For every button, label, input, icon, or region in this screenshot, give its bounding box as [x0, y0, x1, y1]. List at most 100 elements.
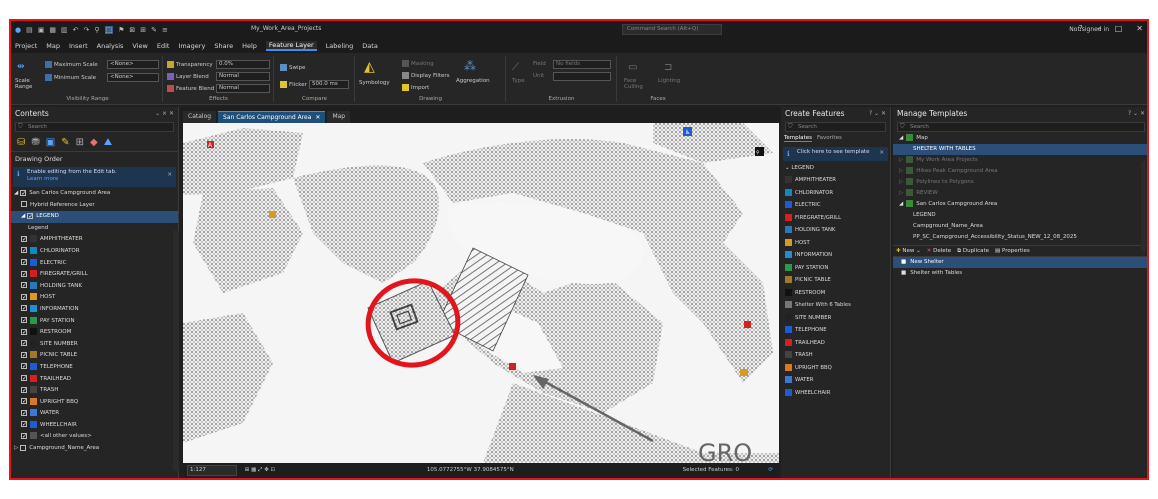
list-by-selection-icon[interactable]: ▣	[46, 137, 55, 148]
undo-icon[interactable]: ↶	[73, 26, 79, 34]
refresh-icon[interactable]: ⟳	[768, 463, 773, 478]
map-view[interactable]: A ♿ ⚲ GRO	[183, 123, 779, 463]
template-info-text[interactable]: Click here to see template	[797, 149, 886, 156]
template-firegrate-grill[interactable]: FIREGRATE/GRILL	[781, 212, 890, 225]
view-tab-catalog[interactable]: Catalog	[183, 111, 217, 123]
face-culling-button[interactable]: Face Culling	[624, 78, 654, 90]
menu-help[interactable]: Help	[242, 42, 257, 50]
selected-features-count[interactable]: Selected Features: 0	[683, 463, 739, 478]
template-wheelchair[interactable]: WHEELCHAIR	[781, 387, 890, 400]
new-project-icon[interactable]: ▤	[26, 26, 33, 34]
legend-item-electric[interactable]: ELECTRIC	[11, 257, 178, 270]
legend-item-pay-station[interactable]: PAY STATION	[11, 315, 178, 328]
template-trash[interactable]: TRASH	[781, 349, 890, 362]
transparency-input[interactable]: 0.0%	[216, 60, 270, 69]
template-upright-bbq[interactable]: UPRIGHT BBQ	[781, 362, 890, 375]
expand-icon[interactable]: ◢	[899, 135, 903, 141]
menu-edit[interactable]: Edit	[157, 42, 170, 50]
list-by-source-icon[interactable]: ⛃	[31, 137, 39, 148]
layer-item[interactable]: ◢ San Carlos Campground Area	[11, 188, 178, 200]
view-tab-map[interactable]: Map	[327, 111, 351, 123]
extrusion-type-button[interactable]: Type	[512, 78, 525, 84]
manage-templates-search-input[interactable]: Search	[897, 122, 1145, 132]
legend-item-site-number[interactable]: SITE NUMBER	[11, 338, 178, 351]
layer-item[interactable]: ▷ Campground_Name_Area	[11, 443, 178, 455]
map-layer-san-carlos-campground-area[interactable]: ◢ San Carlos Campground Area	[893, 199, 1147, 210]
extrusion-field-select[interactable]: No fields	[553, 60, 611, 69]
legend-item-restroom[interactable]: RESTROOM	[11, 327, 178, 339]
visibility-checkbox[interactable]	[21, 257, 27, 269]
list-by-editing-icon[interactable]: ✎	[61, 137, 69, 148]
lighting-button[interactable]: Lighting	[658, 78, 680, 84]
map-layer-legend[interactable]: LEGEND	[893, 210, 1147, 221]
clear-selection-icon[interactable]: ⊠	[129, 26, 135, 34]
open-project-icon[interactable]: ▣	[38, 26, 45, 34]
legend-item-all-other-values[interactable]: <all other values>	[11, 431, 178, 443]
visibility-checkbox[interactable]	[21, 315, 27, 327]
map-layer-hikes-peak-campground-area[interactable]: ▷ Hikes Peak Campground Area	[893, 166, 1147, 177]
display-filters-button[interactable]: Display Filters	[402, 72, 450, 79]
menu-analysis[interactable]: Analysis	[97, 42, 124, 50]
create-features-search-input[interactable]: Search	[785, 122, 886, 132]
list-by-snapping-icon[interactable]: ⊞	[76, 137, 84, 148]
list-by-perspective-icon[interactable]: ⛰	[104, 137, 112, 148]
visibility-checkbox[interactable]	[21, 338, 27, 350]
pane-controls[interactable]: ⌄ ⨯ ✕	[155, 107, 174, 121]
template-item[interactable]: ■ Shelter with Tables	[893, 268, 1147, 279]
visibility-checkbox[interactable]	[21, 419, 27, 431]
maximize-icon[interactable]: □	[1115, 24, 1123, 33]
legend-item-trailhead[interactable]: TRAILHEAD	[11, 373, 178, 386]
map-layer-my-work-area-projects[interactable]: ▷ My Work Area Projects	[893, 155, 1147, 166]
visibility-checkbox[interactable]	[21, 269, 27, 280]
visibility-checkbox[interactable]	[21, 396, 27, 408]
maximum-scale-select[interactable]: <None>	[107, 60, 159, 69]
legend-item-wheelchair[interactable]: WHEELCHAIR	[11, 419, 178, 432]
symbology-button[interactable]: Symbology	[359, 80, 390, 86]
scale-range-button[interactable]: Scale Range	[15, 78, 43, 90]
edit-icon[interactable]: ✎	[151, 26, 157, 34]
extrusion-unit-select[interactable]	[553, 72, 611, 81]
map-layer-shelter-with-tables[interactable]: SHELTER WITH TABLES	[893, 144, 1147, 155]
learn-more-link[interactable]: Learn more	[27, 176, 174, 183]
map-layer-campground-name-area[interactable]: Campground_Name_Area	[893, 221, 1147, 232]
expand-icon[interactable]: ▷	[899, 157, 903, 163]
close-template-info-icon[interactable]: ✕	[879, 150, 884, 157]
menu-feature-layer[interactable]: Feature Layer	[265, 41, 317, 51]
import-button[interactable]: Import	[402, 84, 429, 91]
manage-templates-scrollbar[interactable]	[1141, 161, 1146, 251]
map-layer-map[interactable]: ◢ Map	[893, 133, 1147, 144]
template-picnic-table[interactable]: PICNIC TABLE	[781, 274, 890, 287]
legend-item-upright-bbq[interactable]: UPRIGHT BBQ	[11, 396, 178, 409]
template-chlorinator[interactable]: CHLORINATOR	[781, 187, 890, 200]
visibility-checkbox[interactable]	[21, 350, 27, 361]
template-info-banner[interactable]: Click here to see template ✕	[783, 147, 888, 161]
visibility-checkbox[interactable]	[21, 303, 27, 315]
legend-item-firegrate-grill[interactable]: FIREGRATE/GRILL	[11, 269, 178, 281]
menu-project[interactable]: Project	[15, 42, 37, 50]
pin-icon[interactable]: ⚑	[118, 26, 124, 34]
visibility-checkbox[interactable]	[21, 431, 27, 443]
template-shelter-with-6-tables[interactable]: Shelter With 6 Tables	[781, 299, 890, 312]
legend-item-trash[interactable]: TRASH	[11, 385, 178, 397]
flicker-button[interactable]: Flicker	[280, 81, 307, 88]
visibility-checkbox[interactable]	[21, 245, 27, 257]
visibility-checkbox[interactable]	[20, 444, 27, 451]
template-pay-station[interactable]: PAY STATION	[781, 262, 890, 275]
map-layer-polylines-to-polygons[interactable]: ▷ Polylines to Polygons	[893, 177, 1147, 188]
properties-button[interactable]: ▤ Properties	[995, 248, 1030, 254]
map-layer-review[interactable]: ▷ REVIEW	[893, 188, 1147, 199]
minimum-scale-select[interactable]: <None>	[107, 73, 159, 82]
new-template-button[interactable]: ✚ New ⌄	[896, 248, 921, 254]
list-by-drawing-order-icon[interactable]: ⛁	[17, 137, 25, 148]
menu-imagery[interactable]: Imagery	[178, 42, 205, 50]
minimize-icon[interactable]: –	[1097, 24, 1101, 33]
help-icon[interactable]: ?	[1078, 24, 1082, 33]
save-icon[interactable]: ▦	[49, 26, 56, 34]
visibility-checkbox[interactable]	[21, 385, 27, 396]
visibility-checkbox[interactable]	[21, 234, 27, 245]
coordinates-readout[interactable]: 105.0772755°W 37.9084575°N	[427, 467, 514, 473]
template-holding-tank[interactable]: HOLDING TANK	[781, 224, 890, 237]
explore-icon[interactable]: ⚲	[94, 26, 99, 34]
save-as-icon[interactable]: ▥	[61, 26, 68, 34]
attributes-icon[interactable]: ⊞	[140, 26, 146, 34]
